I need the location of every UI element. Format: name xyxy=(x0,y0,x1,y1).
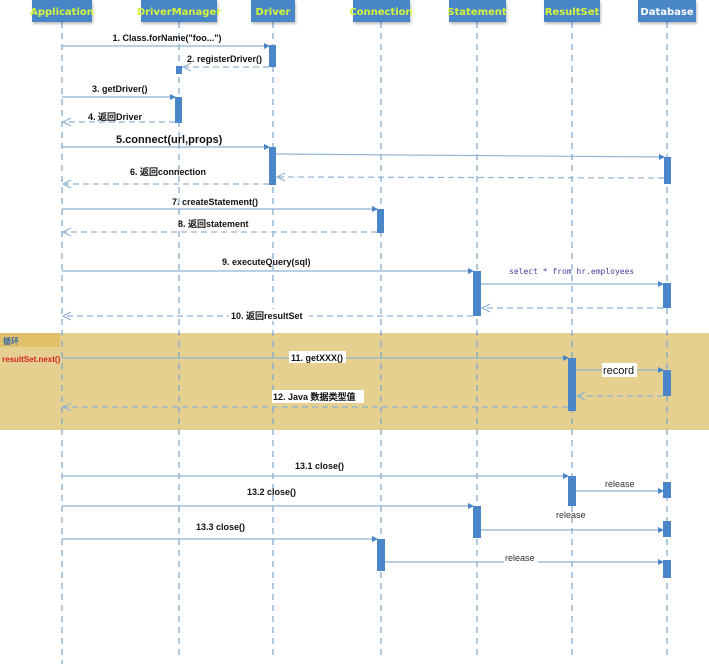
message-label: 3. getDriver() xyxy=(92,84,148,94)
message-label: 2. registerDriver() xyxy=(187,54,262,64)
activation-connection xyxy=(377,539,385,571)
loop-background xyxy=(0,333,709,430)
message-db-return xyxy=(277,177,665,178)
activation-database xyxy=(663,521,671,537)
message-3: 3. getDriver() xyxy=(62,84,176,100)
loop-fragment: 循环 resultSet.next() xyxy=(0,333,709,430)
participant-resultset[interactable]: ResultSet xyxy=(544,0,600,22)
message-release-connection: release xyxy=(385,552,664,565)
message-arrow xyxy=(275,153,664,158)
activation-statement xyxy=(473,506,481,538)
participant-driver[interactable]: Driver xyxy=(251,0,295,22)
activation-database xyxy=(663,560,671,578)
sequence-diagram: 循环 resultSet.next() Application DriverMa… xyxy=(0,0,709,664)
activation-connection xyxy=(377,209,384,233)
activation-resultset xyxy=(568,358,576,411)
message-label: 11. getXXX() xyxy=(291,353,343,363)
message-label: 6. 返回connection xyxy=(130,166,206,177)
message-label: 1. Class.forName("foo...") xyxy=(112,33,221,43)
message-5: 5.connect(url,props) xyxy=(62,134,270,150)
message-label: 12. Java 数据类型值 xyxy=(273,391,356,402)
message-label: 4. 返回Driver xyxy=(88,111,143,122)
message-label: select * from hr.employees xyxy=(509,267,634,276)
loop-title: 循环 xyxy=(2,336,19,346)
message-label: 7. createStatement() xyxy=(172,197,258,207)
message-label: 9. executeQuery(sql) xyxy=(222,257,311,267)
message-label: 13.2 close() xyxy=(247,487,296,497)
activation-driver xyxy=(269,45,276,67)
message-label: release xyxy=(505,553,535,563)
message-13-1: 13.1 close() xyxy=(62,461,569,479)
message-label: release xyxy=(605,479,635,489)
participant-label: Application xyxy=(30,7,94,18)
message-2: 2. registerDriver() xyxy=(183,54,269,67)
message-label: 13.3 close() xyxy=(196,522,245,532)
participant-label: ResultSet xyxy=(545,7,600,18)
message-label: release xyxy=(556,510,586,520)
participant-connection[interactable]: Connection xyxy=(349,0,413,22)
participant-statement[interactable]: Statement xyxy=(447,0,507,22)
participant-label: Statement xyxy=(447,7,507,18)
message-1: 1. Class.forName("foo...") xyxy=(62,33,270,49)
message-9: 9. executeQuery(sql) xyxy=(62,257,474,274)
message-label: 5.connect(url,props) xyxy=(116,134,223,146)
message-release-resultset: release xyxy=(576,479,664,494)
message-8: 8. 返回statement xyxy=(63,218,377,232)
message-13-3: 13.3 close() xyxy=(62,522,378,542)
message-label: 8. 返回statement xyxy=(178,218,249,229)
message-13-2: 13.2 close() xyxy=(62,487,474,509)
message-arrow xyxy=(277,177,665,178)
participant-database[interactable]: Database xyxy=(638,0,696,22)
loop-condition: resultSet.next() xyxy=(2,355,61,364)
message-label: 10. 返回resultSet xyxy=(231,310,303,321)
participant-application[interactable]: Application xyxy=(30,0,94,22)
activation-drivermanager xyxy=(175,97,182,123)
participants: Application DriverManager Driver Connect… xyxy=(30,0,696,22)
message-4: 4. 返回Driver xyxy=(63,111,175,122)
message-7: 7. createStatement() xyxy=(62,197,378,212)
message-10: 10. 返回resultSet xyxy=(63,309,473,321)
activation-resultset xyxy=(568,476,576,506)
activation-database xyxy=(663,482,671,498)
activation-driver xyxy=(269,147,276,185)
message-6: 6. 返回connection xyxy=(63,166,269,184)
participant-label: Database xyxy=(640,7,693,18)
participant-drivermanager[interactable]: DriverManager xyxy=(137,0,221,22)
activation-drivermanager xyxy=(176,66,182,74)
message-connect-db xyxy=(275,153,665,160)
participant-label: Driver xyxy=(256,7,291,18)
activation-database xyxy=(663,283,671,308)
activation-database xyxy=(664,157,671,184)
message-label: record xyxy=(603,365,634,377)
activation-statement xyxy=(473,271,481,316)
activation-database xyxy=(663,370,671,396)
message-label: 13.1 close() xyxy=(295,461,344,471)
participant-label: Connection xyxy=(349,7,412,18)
participant-label: DriverManager xyxy=(137,7,221,18)
